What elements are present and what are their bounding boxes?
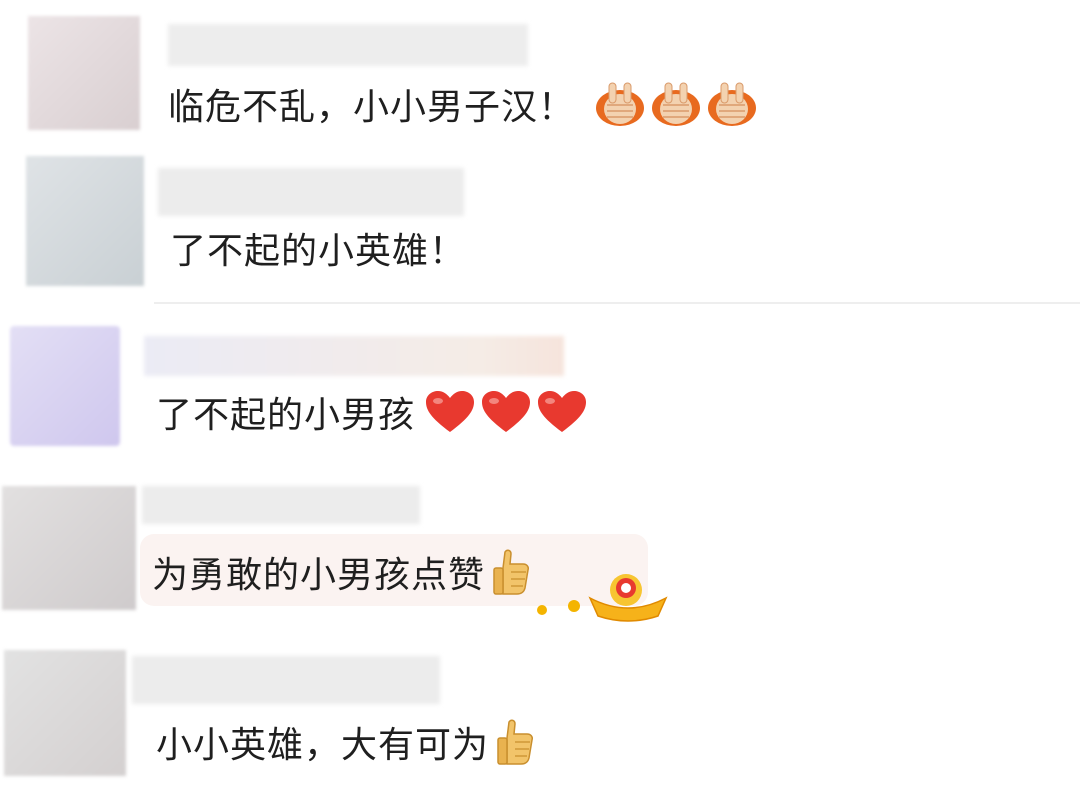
username-blurred[interactable]	[142, 486, 420, 524]
username-blurred[interactable]	[144, 336, 564, 376]
avatar[interactable]	[10, 326, 120, 446]
hands-shaking-icon	[652, 82, 701, 126]
comment-body: 了不起的小英雄！	[170, 231, 467, 272]
red-heart-icon	[482, 391, 531, 432]
username-blurred[interactable]	[158, 168, 464, 216]
thumbs-up-icon	[493, 549, 530, 595]
comment-body: 临危不乱，小小男子汉！	[168, 87, 576, 128]
username-blurred[interactable]	[168, 24, 528, 66]
comment-body: 了不起的小男孩	[156, 395, 416, 436]
red-heart-icon	[538, 391, 587, 432]
avatar[interactable]	[26, 156, 144, 286]
thumbs-up-icon	[497, 719, 534, 765]
avatar[interactable]	[28, 16, 140, 130]
username-blurred[interactable]	[132, 656, 440, 704]
divider	[154, 302, 1080, 304]
hands-shaking-icon	[708, 82, 757, 126]
emoji-group	[419, 390, 587, 434]
avatar[interactable]	[2, 486, 136, 610]
comment-text: 小小英雄，大有可为	[156, 716, 535, 768]
comment-text: 了不起的小男孩	[156, 386, 587, 438]
avatar[interactable]	[4, 650, 126, 776]
comment-body: 为勇敢的小男孩点赞	[152, 555, 486, 596]
comment-text: 了不起的小英雄！	[170, 222, 466, 274]
red-heart-icon	[426, 391, 475, 432]
hands-shaking-icon	[596, 82, 645, 126]
comment-text: 为勇敢的小男孩点赞	[152, 544, 531, 600]
comment-body: 小小英雄，大有可为	[156, 725, 490, 766]
gold-ingot-decoration	[537, 574, 668, 622]
emoji-group	[589, 81, 757, 127]
comment-text: 临危不乱，小小男子汉！	[168, 78, 757, 130]
